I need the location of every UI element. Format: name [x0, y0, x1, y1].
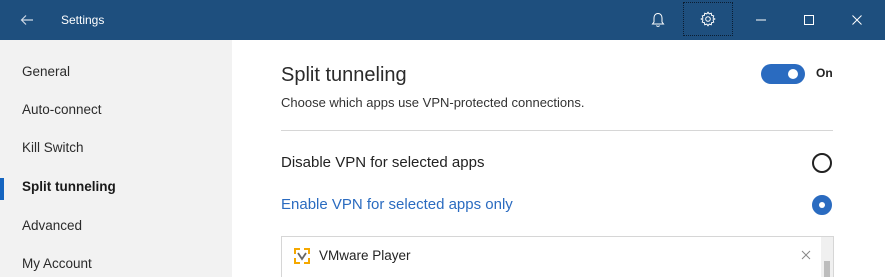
sidebar-item-auto-connect[interactable]: Auto-connect: [0, 92, 232, 126]
split-tunneling-toggle[interactable]: [761, 64, 805, 84]
sidebar-item-general[interactable]: General: [0, 54, 232, 88]
option-disable-vpn-radio[interactable]: [812, 153, 832, 173]
sidebar-item-label: General: [22, 63, 71, 79]
close-icon: [801, 250, 811, 260]
close-button[interactable]: [834, 0, 880, 40]
notifications-button[interactable]: [635, 0, 681, 40]
maximize-icon: [804, 15, 814, 25]
toggle-knob: [788, 69, 798, 79]
list-item[interactable]: VMware Player: [282, 237, 822, 275]
vmware-icon: [294, 248, 310, 264]
window-title: Settings: [61, 13, 105, 27]
sidebar-item-advanced[interactable]: Advanced: [0, 208, 232, 242]
remove-app-button[interactable]: [797, 246, 815, 264]
bell-icon: [651, 12, 665, 27]
sidebar-item-label: Advanced: [22, 217, 83, 233]
toggle-state-label: On: [816, 66, 833, 80]
sidebar-item-label: My Account: [22, 255, 92, 271]
page-title: Split tunneling: [281, 64, 407, 86]
app-list: VMware Player: [281, 236, 834, 277]
close-icon: [852, 15, 862, 25]
sidebar-item-my-account[interactable]: My Account: [0, 246, 232, 277]
scrollbar-thumb[interactable]: [824, 261, 830, 277]
back-arrow-icon: [20, 15, 33, 25]
app-name: VMware Player: [319, 248, 411, 263]
back-button[interactable]: [14, 8, 40, 32]
option-disable-vpn-label[interactable]: Disable VPN for selected apps: [281, 154, 484, 171]
minimize-button[interactable]: [738, 0, 784, 40]
settings-button[interactable]: [683, 2, 733, 36]
title-bar: Settings: [0, 0, 885, 40]
option-enable-vpn-radio[interactable]: [812, 195, 832, 215]
sidebar-item-kill-switch[interactable]: Kill Switch: [0, 130, 232, 164]
divider: [281, 130, 833, 131]
sidebar: General Auto-connect Kill Switch Split t…: [0, 40, 232, 277]
active-indicator: [0, 178, 4, 200]
maximize-button[interactable]: [786, 0, 832, 40]
option-enable-vpn-label[interactable]: Enable VPN for selected apps only: [281, 196, 513, 213]
sidebar-item-label: Split tunneling: [22, 178, 116, 194]
minimize-icon: [756, 19, 766, 21]
sidebar-item-label: Kill Switch: [22, 139, 84, 155]
main-panel: Split tunneling Choose which apps use VP…: [232, 40, 885, 277]
scrollbar[interactable]: [821, 237, 833, 277]
page-subtitle: Choose which apps use VPN-protected conn…: [281, 95, 585, 110]
sidebar-item-label: Auto-connect: [22, 101, 102, 117]
sidebar-item-split-tunneling[interactable]: Split tunneling: [0, 169, 232, 203]
gear-icon: [700, 11, 716, 27]
settings-window: Settings General Auto-connect Kill Switc…: [0, 0, 885, 277]
radio-dot: [819, 202, 825, 208]
